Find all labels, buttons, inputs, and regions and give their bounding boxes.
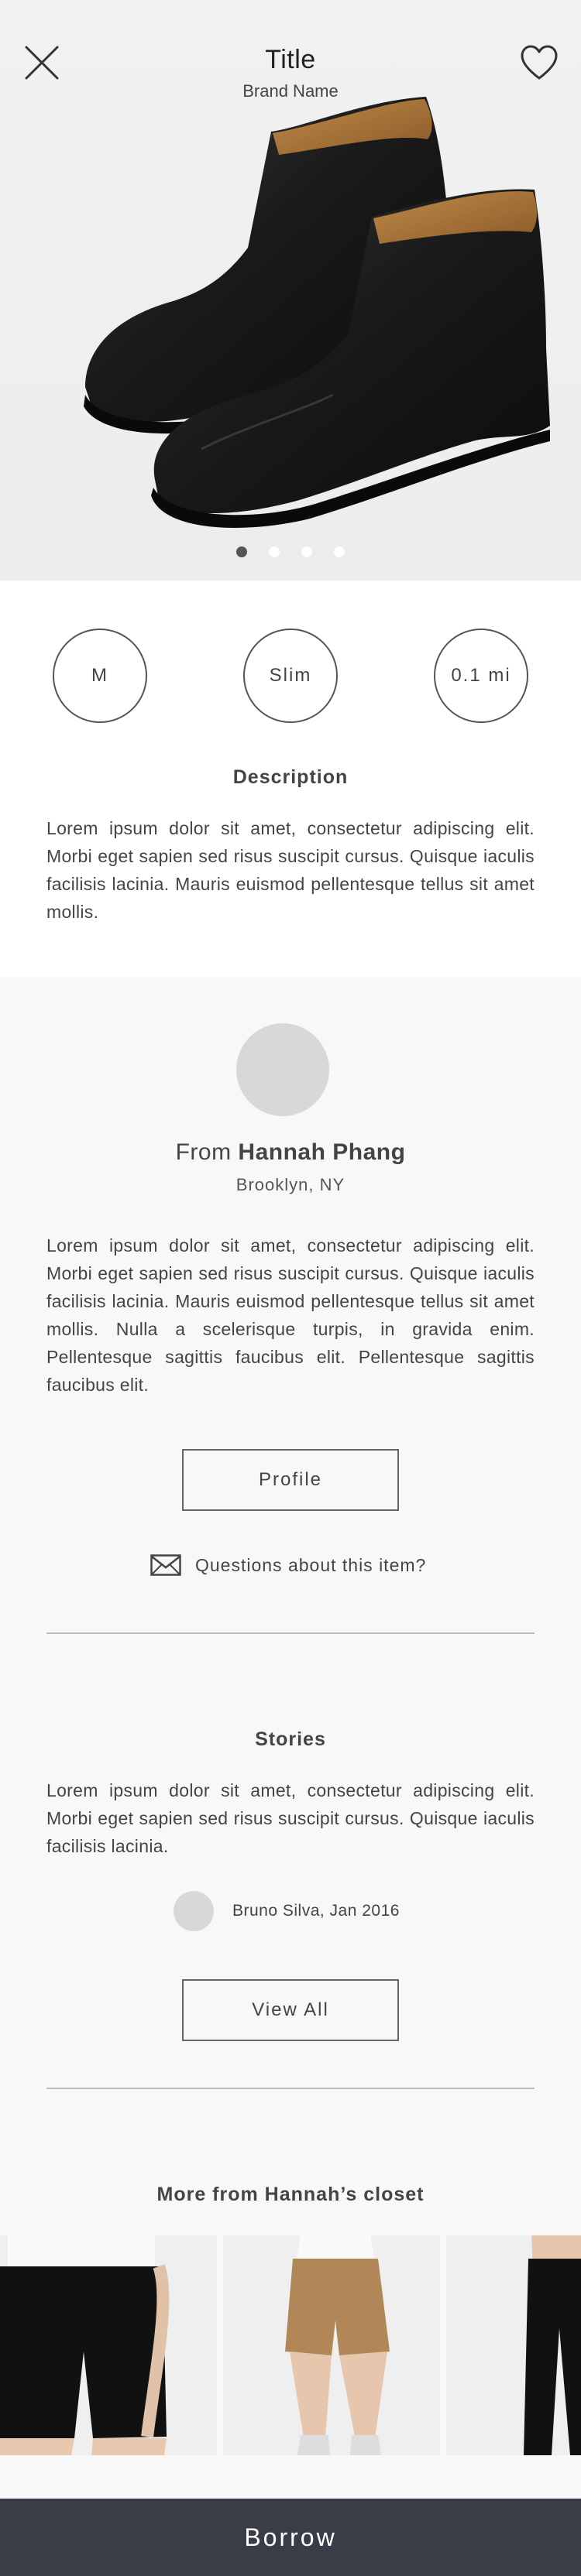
product-hero: Title Brand Name xyxy=(0,0,581,581)
closet-carousel[interactable] xyxy=(0,2235,581,2455)
carousel-indicator xyxy=(0,546,581,557)
story-author-row[interactable]: Bruno Silva, Jan 2016 xyxy=(174,1891,400,1931)
from-prefix: From xyxy=(175,1139,232,1165)
seller-bio: Lorem ipsum dolor sit amet, consectetur … xyxy=(46,1235,535,1395)
questions-text: Questions about this item? xyxy=(195,1554,427,1575)
mail-icon xyxy=(150,1554,181,1576)
carousel-dot[interactable] xyxy=(236,546,247,557)
view-all-button[interactable]: View All xyxy=(182,1979,399,2041)
header-title-group: Title Brand Name xyxy=(0,45,581,101)
description-text: Lorem ipsum dolor sit amet, consectetur … xyxy=(46,818,535,922)
carousel-dot[interactable] xyxy=(334,546,345,557)
product-thumbnail-black-shorts xyxy=(0,2235,217,2455)
closet-item[interactable] xyxy=(446,2235,581,2455)
closet-item[interactable] xyxy=(223,2235,440,2455)
closet-heading: More from Hannah’s closet xyxy=(156,2184,425,2205)
seller-name[interactable]: Hannah Phang xyxy=(238,1139,405,1165)
divider xyxy=(46,1632,535,1634)
stories-heading: Stories xyxy=(255,1728,326,1750)
heart-icon[interactable] xyxy=(519,43,559,84)
borrow-button[interactable]: Borrow xyxy=(0,2499,581,2576)
divider xyxy=(46,2088,535,2089)
brand-name: Brand Name xyxy=(242,81,339,101)
product-thumbnail-black-trousers xyxy=(446,2235,581,2455)
story-author: Bruno Silva, Jan 2016 xyxy=(232,1902,400,1920)
page-title: Title xyxy=(265,45,316,74)
questions-link[interactable]: Questions about this item? xyxy=(150,1554,426,1576)
details-section: M Slim 0.1 mi Description Lorem ipsum do… xyxy=(0,581,581,977)
product-thumbnail-tan-shorts xyxy=(223,2235,440,2455)
description-heading: Description xyxy=(232,766,349,788)
size-badge: M xyxy=(53,629,147,723)
carousel-dot[interactable] xyxy=(301,546,312,557)
product-image-boots[interactable] xyxy=(70,85,550,534)
profile-button[interactable]: Profile xyxy=(182,1449,399,1511)
carousel-dot[interactable] xyxy=(269,546,280,557)
seller-location: Brooklyn, NY xyxy=(235,1175,346,1194)
seller-name-line: From Hannah Phang xyxy=(0,1139,581,1166)
top-bar: Title Brand Name xyxy=(0,0,581,124)
stories-text: Lorem ipsum dolor sit amet, consectetur … xyxy=(46,1780,535,1856)
distance-badge: 0.1 mi xyxy=(434,629,528,723)
seller-avatar[interactable] xyxy=(236,1023,329,1116)
fit-badge: Slim xyxy=(243,629,338,723)
story-author-avatar xyxy=(174,1891,214,1931)
closet-item[interactable] xyxy=(0,2235,217,2455)
